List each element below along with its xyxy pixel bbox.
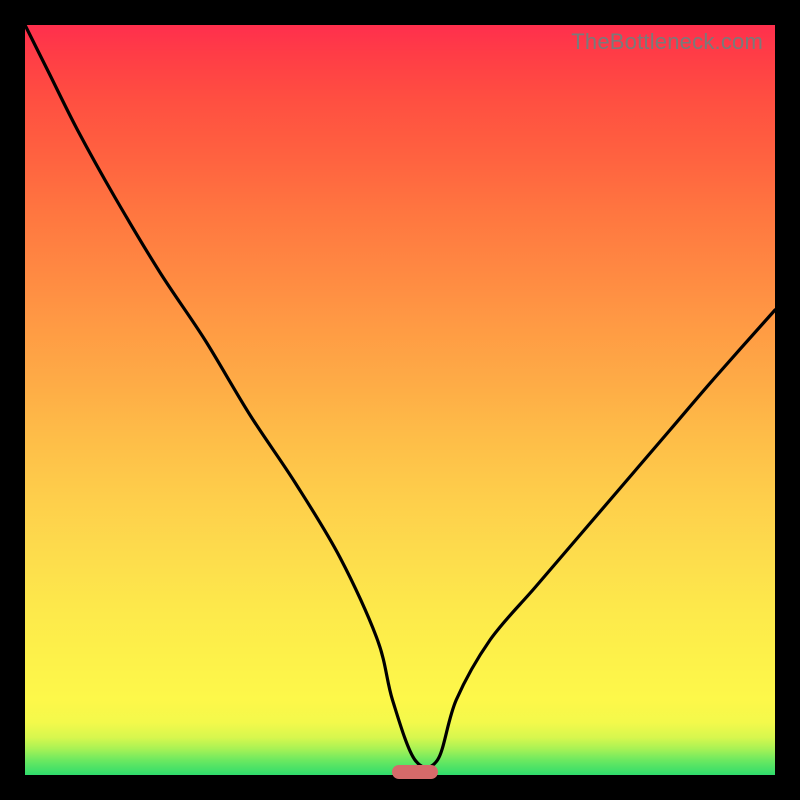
min-marker (392, 765, 438, 779)
plot-area: TheBottleneck.com (25, 25, 775, 775)
bottleneck-curve (25, 25, 775, 775)
curve-path (25, 25, 775, 768)
chart-frame: TheBottleneck.com (0, 0, 800, 800)
